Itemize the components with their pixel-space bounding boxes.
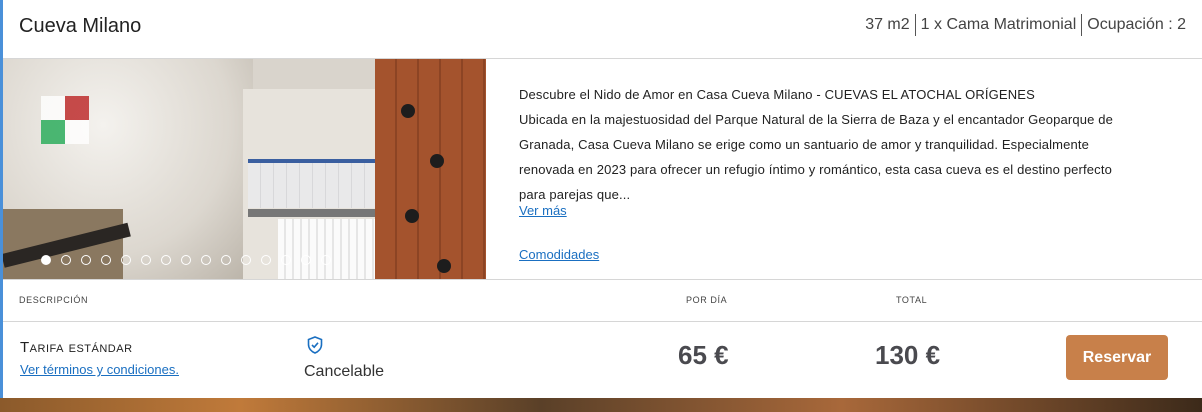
rate-name: Tarifa estándar [20,339,133,356]
room-header: Cueva Milano 37 m2 1 x Cama Matrimonial … [3,0,1202,59]
door-stud [405,209,419,223]
gallery-photo-curtain [278,219,378,279]
carousel-dot[interactable] [81,255,91,265]
carousel-dot[interactable] [101,255,111,265]
reserve-button[interactable]: Reservar [1066,335,1168,380]
carousel-dot[interactable] [161,255,171,265]
carousel-dot[interactable] [321,255,331,265]
room-description: Descubre el Nido de Amor en Casa Cueva M… [519,82,1139,207]
price-total: 130 € [875,340,941,370]
header-total: Total [896,295,928,305]
shield-check-icon [307,336,323,354]
gallery-photo-counter [248,209,378,217]
gallery-photo-tiles [248,159,378,208]
carousel-dot[interactable] [301,255,311,265]
carousel-dots [41,255,331,265]
header-per-day: Por día [686,295,728,305]
spec-divider [1081,14,1083,36]
gallery-photo-artwork [41,96,89,144]
description-body: Ubicada en la majestuosidad del Parque N… [519,112,1113,202]
carousel-dot[interactable] [181,255,191,265]
gallery-photo-door [375,59,486,279]
price-per-day: 65 € [678,340,729,370]
room-occupancy: Ocupación : 2 [1087,16,1186,33]
cancelable-label: Cancelable [304,363,385,380]
room-bed: 1 x Cama Matrimonial [920,16,1077,33]
carousel-dot[interactable] [261,255,271,265]
carousel-dot[interactable] [61,255,71,265]
see-more-link[interactable]: Ver más [519,203,567,218]
carousel-dot[interactable] [41,255,51,265]
room-specs: 37 m2 1 x Cama Matrimonial Ocupación : 2 [865,14,1186,36]
carousel-dot[interactable] [241,255,251,265]
door-stud [430,154,444,168]
carousel-dot[interactable] [201,255,211,265]
photo-gallery[interactable] [3,59,486,279]
spec-divider [914,14,916,36]
door-stud [437,259,451,273]
terms-link[interactable]: Ver términos y condiciones. [20,362,179,377]
carousel-dot[interactable] [141,255,151,265]
carousel-dot[interactable] [281,255,291,265]
room-card: Cueva Milano 37 m2 1 x Cama Matrimonial … [0,0,1202,398]
carousel-dot[interactable] [121,255,131,265]
room-size: 37 m2 [865,16,910,33]
room-title: Cueva Milano [19,15,142,37]
door-stud [401,104,415,118]
amenities-link[interactable]: Comodidades [519,247,599,262]
carousel-dot[interactable] [221,255,231,265]
header-description: Descripción [19,295,89,305]
rates-table-header: Descripción Por día Total [3,279,1202,322]
description-heading: Descubre el Nido de Amor en Casa Cueva M… [519,87,1035,102]
